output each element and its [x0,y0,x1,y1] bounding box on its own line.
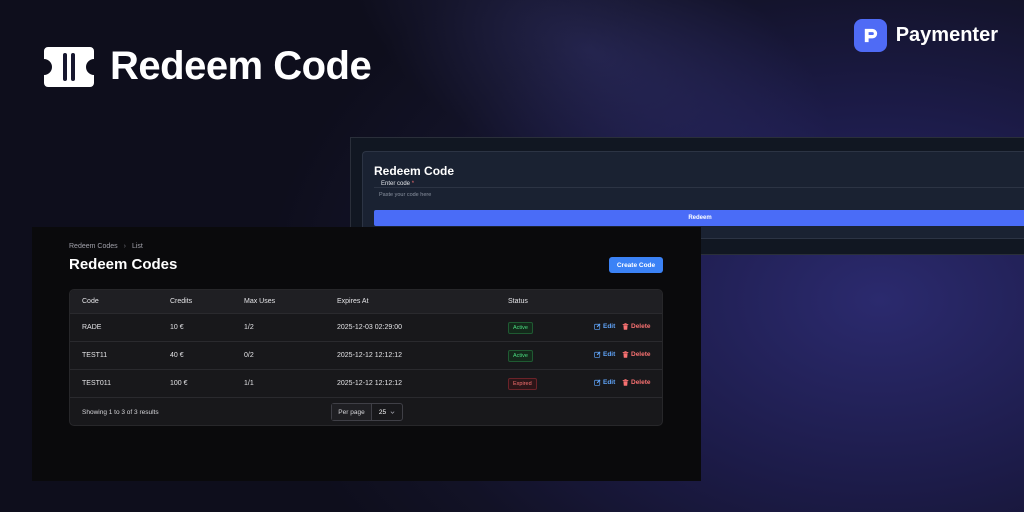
ticket-icon [42,45,96,89]
table-row: TEST11 40 € 0/2 2025-12-12 12:12:12 Acti… [70,342,662,370]
trash-icon [622,351,629,358]
status-badge: Active [508,350,533,362]
delete-button[interactable]: Delete [622,379,651,386]
table-row: RADE 10 € 1/2 2025-12-03 02:29:00 Active… [70,314,662,342]
column-header-code[interactable]: Code [82,298,99,305]
cell-max-uses: 1/1 [244,380,254,387]
chevron-down-icon [390,410,395,414]
delete-button[interactable]: Delete [622,351,651,358]
cell-credits: 40 € [170,352,184,359]
redeem-card-title: Redeem Code [374,164,455,178]
edit-label: Edit [603,351,616,358]
cell-expires-at: 2025-12-03 02:29:00 [337,324,402,331]
redeem-button[interactable]: Redeem [374,210,1024,226]
cell-expires-at: 2025-12-12 12:12:12 [337,352,402,359]
cell-max-uses: 0/2 [244,352,254,359]
cell-code: TEST11 [82,352,108,359]
edit-icon [594,351,601,358]
cell-code: TEST011 [82,380,112,387]
trash-icon [622,379,629,386]
per-page-label: Per page [332,404,372,420]
per-page-select[interactable]: 25 [372,404,402,420]
cell-expires-at: 2025-12-12 12:12:12 [337,380,402,387]
status-badge: Expired [508,378,537,390]
paymenter-logo-icon [853,19,887,52]
column-header-credits[interactable]: Credits [170,298,192,305]
delete-button[interactable]: Delete [622,323,651,330]
column-header-status[interactable]: Status [508,298,528,305]
code-input[interactable] [374,187,1024,201]
redeem-card: Redeem Code Enter code * Redeem [362,151,1024,239]
create-code-button[interactable]: Create Code [609,257,663,273]
brand-name: Paymenter [895,24,998,46]
table-row: TEST011 100 € 1/1 2025-12-12 12:12:12 Ex… [70,370,662,398]
table-header: Code Credits Max Uses Expires At Status [70,290,662,314]
delete-label: Delete [631,351,651,358]
edit-label: Edit [603,323,616,330]
breadcrumb-item-redeem-codes[interactable]: Redeem Codes [69,243,118,250]
paymenter-brand: Paymenter [853,19,998,52]
column-header-max-uses[interactable]: Max Uses [244,298,275,305]
table-footer: Showing 1 to 3 of 3 results Per page 25 [70,398,662,425]
trash-icon [622,323,629,330]
cell-code: RADE [82,324,102,331]
admin-panel: Redeem Codes › List Redeem Codes Create … [32,227,701,481]
edit-label: Edit [603,379,616,386]
edit-button[interactable]: Edit [594,323,615,330]
status-badge: Active [508,322,533,334]
edit-icon [594,379,601,386]
chevron-right-icon: › [123,243,126,250]
codes-table: Code Credits Max Uses Expires At Status … [69,289,663,426]
cell-credits: 10 € [170,324,184,331]
hero-heading: Redeem Code [42,44,372,89]
edit-button[interactable]: Edit [594,351,615,358]
edit-button[interactable]: Edit [594,379,615,386]
page-title: Redeem Codes [69,256,178,273]
per-page-value: 25 [378,408,387,416]
breadcrumb-item-list: List [131,243,143,250]
results-summary: Showing 1 to 3 of 3 results [82,409,159,416]
column-header-expires-at[interactable]: Expires At [337,298,369,305]
cell-max-uses: 1/2 [244,324,254,331]
per-page-control: Per page 25 [331,403,403,421]
cell-credits: 100 € [170,380,188,387]
delete-label: Delete [631,323,651,330]
edit-icon [594,323,601,330]
delete-label: Delete [631,379,651,386]
breadcrumb: Redeem Codes › List [69,243,143,250]
hero-title: Redeem Code [110,44,372,88]
